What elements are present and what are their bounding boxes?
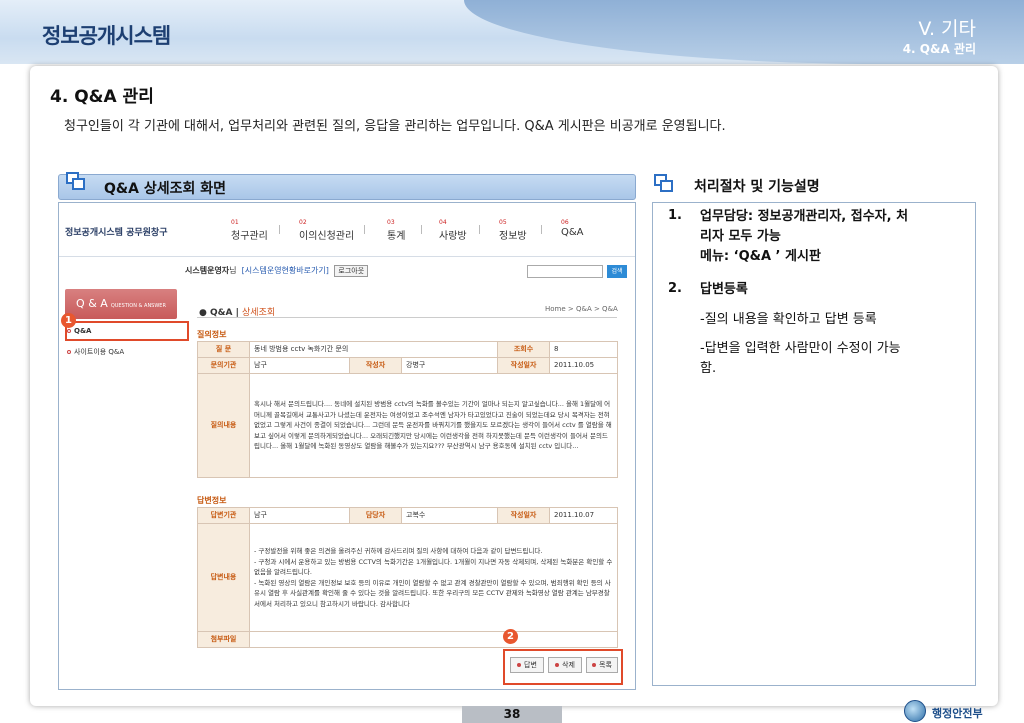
step-2-desc-1: -질의 내용을 확인하고 답변 등록 <box>700 312 877 327</box>
window-icon <box>654 174 674 192</box>
question-section-label: 질의정보 <box>197 330 227 339</box>
highlight-box-2 <box>503 649 623 685</box>
page-heading: 4. Q&A 관리 <box>50 87 154 107</box>
side-item-site-qna[interactable]: 사이트이용 Q&A <box>67 347 124 357</box>
nav-item-objection[interactable]: 02 이의신청관리 <box>299 219 354 242</box>
nav-item-stats[interactable]: 03 통계 <box>387 219 405 242</box>
side-menu-header: Q & A QUESTION & ANSWER <box>65 289 177 319</box>
step-1-line-3: 메뉴: ‘Q&A ’ 게시판 <box>700 249 821 264</box>
admin-info: 시스템운영자님 [시스템운영현황바로가기] 로그아웃 <box>185 265 369 277</box>
embedded-screenshot: 정보공개시스템 공무원창구 01 청구관리 02 이의신청관리 03 통계 04 사랑방… <box>58 202 636 690</box>
question-table: 질 문 동네 방범용 cctv 녹화기간 문의 조회수 8 문의기관 남구 작성… <box>197 341 619 478</box>
question-content: 혹시나 해서 문의드립니다.... 동네에 설치된 방범용 cctv의 녹화를 … <box>248 373 619 478</box>
step-2-desc-3: 함. <box>700 361 717 376</box>
ministry-name: 행정안전부 <box>932 707 983 720</box>
step-badge-2: 2 <box>503 629 518 644</box>
page-description: 청구인들이 각 기관에 대해서, 업무처리와 관련된 질의, 응답을 관리하는 … <box>64 119 726 134</box>
section-subtitle: 4. Q&A 관리 <box>902 42 976 56</box>
attachment-cell <box>249 631 618 648</box>
page-number: 38 <box>462 706 562 723</box>
ministry-emblem-icon <box>904 700 926 722</box>
answer-section-label: 답변정보 <box>197 496 227 505</box>
step-number-1: 1. <box>668 208 682 223</box>
breadcrumb: Home > Q&A > Q&A <box>545 305 618 313</box>
admin-status-link[interactable]: [시스템운영현황바로가기] <box>242 266 329 275</box>
procedure-panel <box>652 202 976 686</box>
step-1-line-2: 리자 모두 가능 <box>700 229 781 244</box>
step-2-desc-2: -답변을 입력한 사람만이 수정이 가능 <box>700 341 901 356</box>
answer-content: - 구정발전을 위해 좋은 의견을 올려주신 귀하께 감사드리며 질의 사항에 … <box>249 523 618 632</box>
right-label-text: 처리절차 및 기능설명 <box>694 179 820 195</box>
top-nav: 정보공개시스템 공무원창구 01 청구관리 02 이의신청관리 03 통계 04 사랑방… <box>59 203 635 257</box>
nav-item-request[interactable]: 01 청구관리 <box>231 219 268 242</box>
step-2-title: 답변등록 <box>700 282 748 297</box>
nav-item-info[interactable]: 05 정보방 <box>499 219 527 242</box>
step-number-2: 2. <box>668 281 682 296</box>
window-icon <box>66 172 86 190</box>
system-logo[interactable]: 정보공개시스템 공무원창구 <box>65 225 168 238</box>
answer-table: 답변기관 남구 담당자 고복수 작성일자 2011.10.07 답변내용 - 구… <box>197 507 618 648</box>
brand-title: 정보공개시스템 <box>42 24 171 48</box>
highlight-box-1 <box>65 321 189 341</box>
logout-button[interactable]: 로그아웃 <box>334 265 369 277</box>
section-title: V. 기타 <box>918 18 976 40</box>
question-subject: 동네 방범용 cctv 녹화기간 문의 <box>248 341 499 358</box>
step-badge-1: 1 <box>61 313 76 328</box>
step-1-line-1: 업무담당: 정보공개관리자, 접수자, 처 <box>700 209 909 224</box>
nav-item-qna[interactable]: 06 Q&A <box>561 219 584 238</box>
left-label-text: Q&A 상세조회 화면 <box>104 181 226 197</box>
search-button[interactable]: 검색 <box>607 265 627 278</box>
nav-item-lounge[interactable]: 04 사랑방 <box>439 219 467 242</box>
search-input[interactable] <box>527 265 603 278</box>
